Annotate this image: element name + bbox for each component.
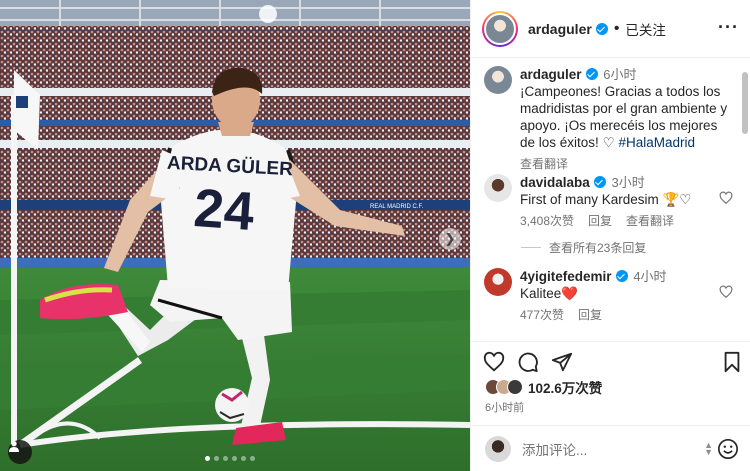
commenter-avatar[interactable] xyxy=(484,268,512,296)
verified-badge-icon xyxy=(595,22,608,35)
caption: ardaguler 6小时 ¡Campeones! Gracias a todo… xyxy=(484,66,730,173)
likes-count[interactable]: 102.6万次赞 xyxy=(528,377,602,397)
stepper-icon: ▲ ▼ xyxy=(704,440,713,457)
see-translation-link[interactable]: 查看翻译 xyxy=(626,213,674,230)
commenter-avatar[interactable] xyxy=(484,174,512,202)
separator-dot: • xyxy=(613,19,620,37)
view-replies-text: 查看所有23条回复 xyxy=(549,241,647,255)
comment-likes[interactable]: 3,408次赞 xyxy=(520,213,574,230)
verified-badge-icon xyxy=(585,68,598,80)
caption-time[interactable]: 6小时 xyxy=(603,67,636,82)
view-replies-button[interactable]: 查看所有23条回复 xyxy=(521,239,646,256)
heart-emoji: ♡ xyxy=(602,135,615,150)
tag-user-icon xyxy=(9,441,19,452)
post-photo[interactable]: REAL MADRID C.F. ARDA GÜLER 24 ❯ xyxy=(0,0,470,471)
comment-time[interactable]: 4小时 xyxy=(633,269,666,284)
comment-like-heart-icon[interactable] xyxy=(719,191,733,205)
caption-username[interactable]: ardaguler xyxy=(520,67,582,82)
carousel-dot xyxy=(232,456,237,461)
chevron-right-icon: ❯ xyxy=(444,231,456,246)
comment-text: First of many Kardesim 🏆♡ xyxy=(520,192,692,207)
comment-item: davidalaba 3小时 First of many Kardesim 🏆♡… xyxy=(484,174,730,230)
reply-button[interactable]: 回复 xyxy=(588,213,612,230)
carousel-indicator xyxy=(205,456,255,461)
post-header: ardaguler • 已关注 ··· xyxy=(471,0,750,58)
following-button[interactable]: 已关注 xyxy=(625,19,666,39)
bookmark-icon[interactable] xyxy=(721,351,743,373)
comment-composer: 添加评论... ▲ ▼ xyxy=(471,425,750,471)
more-icon[interactable]: ··· xyxy=(718,18,739,36)
comment-time[interactable]: 3小时 xyxy=(612,175,645,190)
post-actions xyxy=(471,341,750,375)
share-icon[interactable] xyxy=(551,351,573,373)
comment-text: Kalitee❤️ xyxy=(520,286,579,301)
author-avatar[interactable] xyxy=(482,10,518,47)
comments-scrollbar[interactable] xyxy=(742,62,748,338)
jersey-number: 24 xyxy=(192,178,256,242)
post-timestamp[interactable]: 6小时前 xyxy=(485,399,524,415)
hashtag-link[interactable]: #HalaMadrid xyxy=(618,135,695,150)
carousel-dot xyxy=(250,456,255,461)
reply-button[interactable]: 回复 xyxy=(578,307,602,324)
comment-icon[interactable] xyxy=(517,351,539,373)
see-translation-link[interactable]: 查看翻译 xyxy=(520,156,568,173)
emoji-icon[interactable] xyxy=(717,438,739,460)
carousel-dot xyxy=(214,456,219,461)
stand-banner-text: REAL MADRID C.F. xyxy=(370,204,423,210)
carousel-next-button[interactable]: ❯ xyxy=(439,228,461,250)
comment-likes[interactable]: 477次赞 xyxy=(520,307,564,324)
commenter-username[interactable]: 4yigitefedemir xyxy=(520,269,612,284)
heart-icon[interactable] xyxy=(483,351,505,373)
viewer-avatar xyxy=(485,435,511,462)
comment-input[interactable]: 添加评论... xyxy=(522,439,587,459)
carousel-dot xyxy=(241,456,246,461)
comment-like-heart-icon[interactable] xyxy=(719,285,733,299)
likes-summary[interactable]: 102.6万次赞 xyxy=(485,377,602,397)
divider-line xyxy=(521,247,541,248)
tagged-users-button[interactable] xyxy=(8,440,32,464)
comment-item: 4yigitefedemir 4小时 Kalitee❤️ 477次赞 回复 xyxy=(484,268,730,324)
author-avatar-small[interactable] xyxy=(484,66,512,94)
stadium-scene: REAL MADRID C.F. ARDA GÜLER 24 xyxy=(0,0,470,471)
author-username[interactable]: ardaguler xyxy=(528,21,592,37)
verified-badge-icon xyxy=(593,176,606,188)
commenter-username[interactable]: davidalaba xyxy=(520,175,590,190)
carousel-dot xyxy=(205,456,210,461)
scrollbar-thumb[interactable] xyxy=(742,72,748,134)
comments-list: ardaguler 6小时 ¡Campeones! Gracias a todo… xyxy=(471,58,750,341)
liker-avatar xyxy=(507,379,523,395)
carousel-dot xyxy=(223,456,228,461)
post-side-panel: ardaguler • 已关注 ··· ardaguler 6小时 ¡Campe… xyxy=(470,0,750,471)
verified-badge-icon xyxy=(615,270,628,282)
